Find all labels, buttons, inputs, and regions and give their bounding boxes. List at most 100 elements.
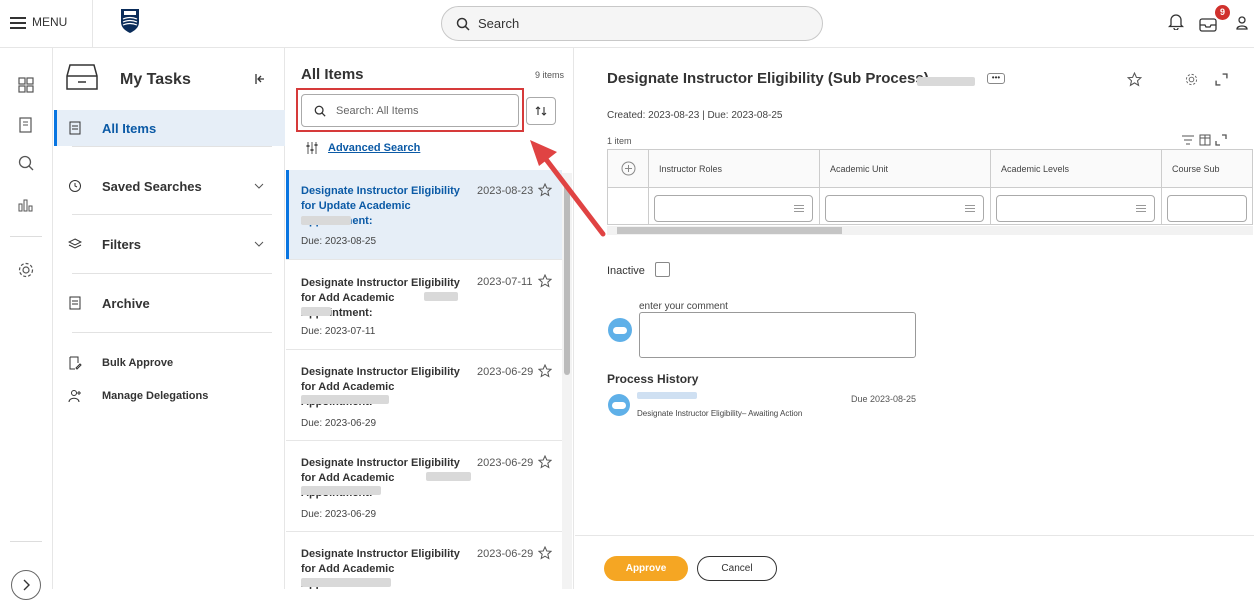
history-due: Due 2023-08-25	[851, 394, 917, 404]
more-actions-button[interactable]: •••	[987, 73, 1005, 84]
item-date: 2023-06-29	[477, 457, 534, 469]
all-items-panel: All Items 9 items Search: All Items Adva…	[286, 48, 574, 589]
item-due: Due: 2023-08-25	[301, 236, 377, 247]
item-date: 2023-06-29	[477, 548, 534, 560]
divider	[92, 0, 93, 48]
redacted-text	[301, 307, 331, 316]
grid-cell	[1162, 188, 1252, 224]
gear-icon[interactable]	[1185, 73, 1198, 86]
grid-cell	[608, 188, 649, 224]
edit-doc-icon	[69, 356, 82, 370]
nav-saved-searches[interactable]: Saved Searches	[54, 168, 285, 204]
star-icon[interactable]	[538, 364, 552, 378]
task-list-item[interactable]: Designate Instructor Eligibility for Add…	[286, 441, 562, 532]
inactive-checkbox[interactable]	[655, 262, 670, 277]
column-header[interactable]: Instructor Roles	[649, 150, 820, 188]
expand-icon[interactable]	[1215, 134, 1227, 146]
chevron-down-icon	[254, 183, 264, 189]
comment-input[interactable]	[639, 312, 916, 358]
academic-levels-input[interactable]	[996, 195, 1155, 222]
academic-unit-input[interactable]	[825, 195, 984, 222]
sort-button[interactable]	[526, 97, 556, 125]
star-icon[interactable]	[1127, 72, 1142, 87]
active-indicator	[54, 110, 57, 146]
column-header[interactable]: Course Sub	[1162, 150, 1252, 188]
nav-archive[interactable]: Archive	[54, 285, 285, 321]
created-due-text: Created: 2023-08-23 | Due: 2023-08-25	[607, 110, 783, 121]
item-due: Due: 2023-07-11	[301, 326, 376, 337]
cancel-button[interactable]: Cancel	[697, 556, 777, 581]
clock-icon	[69, 180, 81, 192]
search-icon	[456, 17, 470, 31]
nav-manage-delegations[interactable]: Manage Delegations	[54, 386, 285, 406]
grid-cell	[991, 188, 1162, 224]
instructor-roles-input[interactable]	[654, 195, 813, 222]
add-row-icon[interactable]	[621, 161, 636, 176]
items-count: 9 items	[535, 70, 565, 80]
task-list-item[interactable]: Designate Instructor Eligibility for Add…	[286, 532, 562, 589]
user-icon[interactable]	[1236, 16, 1248, 30]
redacted-text	[917, 77, 975, 86]
grid-add-column	[608, 150, 649, 188]
history-action: Designate Instructor Eligibility– Awaiti…	[637, 409, 803, 418]
menu-label: MENU	[32, 15, 68, 29]
course-subject-input[interactable]	[1167, 195, 1247, 222]
sliders-icon	[306, 142, 318, 154]
nav-label: Manage Delegations	[102, 390, 209, 402]
columns-icon[interactable]	[1199, 134, 1211, 146]
task-list-item[interactable]: Designate Instructor Eligibility for Upd…	[286, 170, 562, 260]
column-header[interactable]: Academic Unit	[820, 150, 991, 188]
chevron-down-icon	[254, 241, 264, 247]
grid-cell	[649, 188, 820, 224]
scroll-thumb[interactable]	[564, 185, 570, 375]
nav-label: All Items	[102, 120, 157, 136]
nav-bulk-approve[interactable]: Bulk Approve	[54, 353, 285, 373]
item-date: 2023-06-29	[477, 366, 534, 378]
search-icon[interactable]	[17, 154, 35, 172]
apps-icon[interactable]	[17, 76, 35, 94]
divider	[72, 273, 272, 274]
my-tasks-header: My Tasks	[54, 48, 285, 106]
avatar	[608, 394, 630, 416]
scroll-thumb[interactable]	[617, 227, 842, 234]
redacted-text	[426, 472, 471, 481]
redacted-text	[301, 216, 351, 225]
bell-icon[interactable]	[1168, 12, 1184, 30]
approve-button[interactable]: Approve	[604, 556, 688, 581]
nav-label: Bulk Approve	[102, 357, 174, 369]
task-list-item[interactable]: Designate Instructor Eligibility for Add…	[286, 350, 562, 441]
expand-icon[interactable]	[1215, 73, 1228, 86]
star-icon[interactable]	[538, 274, 552, 288]
task-list-item[interactable]: Designate Instructor Eligibility for Add…	[286, 260, 562, 350]
detail-panel: Designate Instructor Eligibility (Sub Pr…	[575, 48, 1254, 589]
gear-icon[interactable]	[17, 261, 35, 279]
report-icon[interactable]	[17, 116, 35, 134]
inbox-icon[interactable]	[1198, 14, 1218, 32]
menu-button[interactable]: MENU	[10, 15, 67, 29]
star-icon[interactable]	[538, 455, 552, 469]
nav-all-items[interactable]: All Items	[54, 110, 285, 146]
my-tasks-panel: My Tasks All Items Saved Searches Filter…	[54, 48, 285, 589]
roles-grid: Instructor Roles Academic Unit Academic …	[607, 149, 1253, 225]
list-icon	[1136, 205, 1146, 214]
sort-icon	[535, 106, 547, 116]
star-icon[interactable]	[538, 546, 552, 560]
my-tasks-title: My Tasks	[120, 71, 191, 88]
advanced-search-link[interactable]: Advanced Search	[306, 141, 420, 155]
collapse-icon[interactable]	[254, 73, 266, 85]
analytics-icon[interactable]	[17, 195, 35, 213]
list-icon	[794, 205, 804, 214]
star-icon[interactable]	[538, 183, 552, 197]
comment-label: enter your comment	[639, 301, 728, 312]
items-scrollbar[interactable]	[562, 173, 572, 589]
expand-button[interactable]	[11, 570, 41, 600]
grid-scrollbar[interactable]	[607, 226, 1253, 235]
active-indicator	[286, 170, 289, 259]
filter-icon[interactable]	[1181, 135, 1195, 146]
divider	[72, 214, 272, 215]
column-header[interactable]: Academic Levels	[991, 150, 1162, 188]
nav-filters[interactable]: Filters	[54, 226, 285, 262]
redacted-text	[301, 578, 391, 587]
global-search-input[interactable]: Search	[441, 6, 823, 41]
tray-icon	[66, 64, 98, 90]
